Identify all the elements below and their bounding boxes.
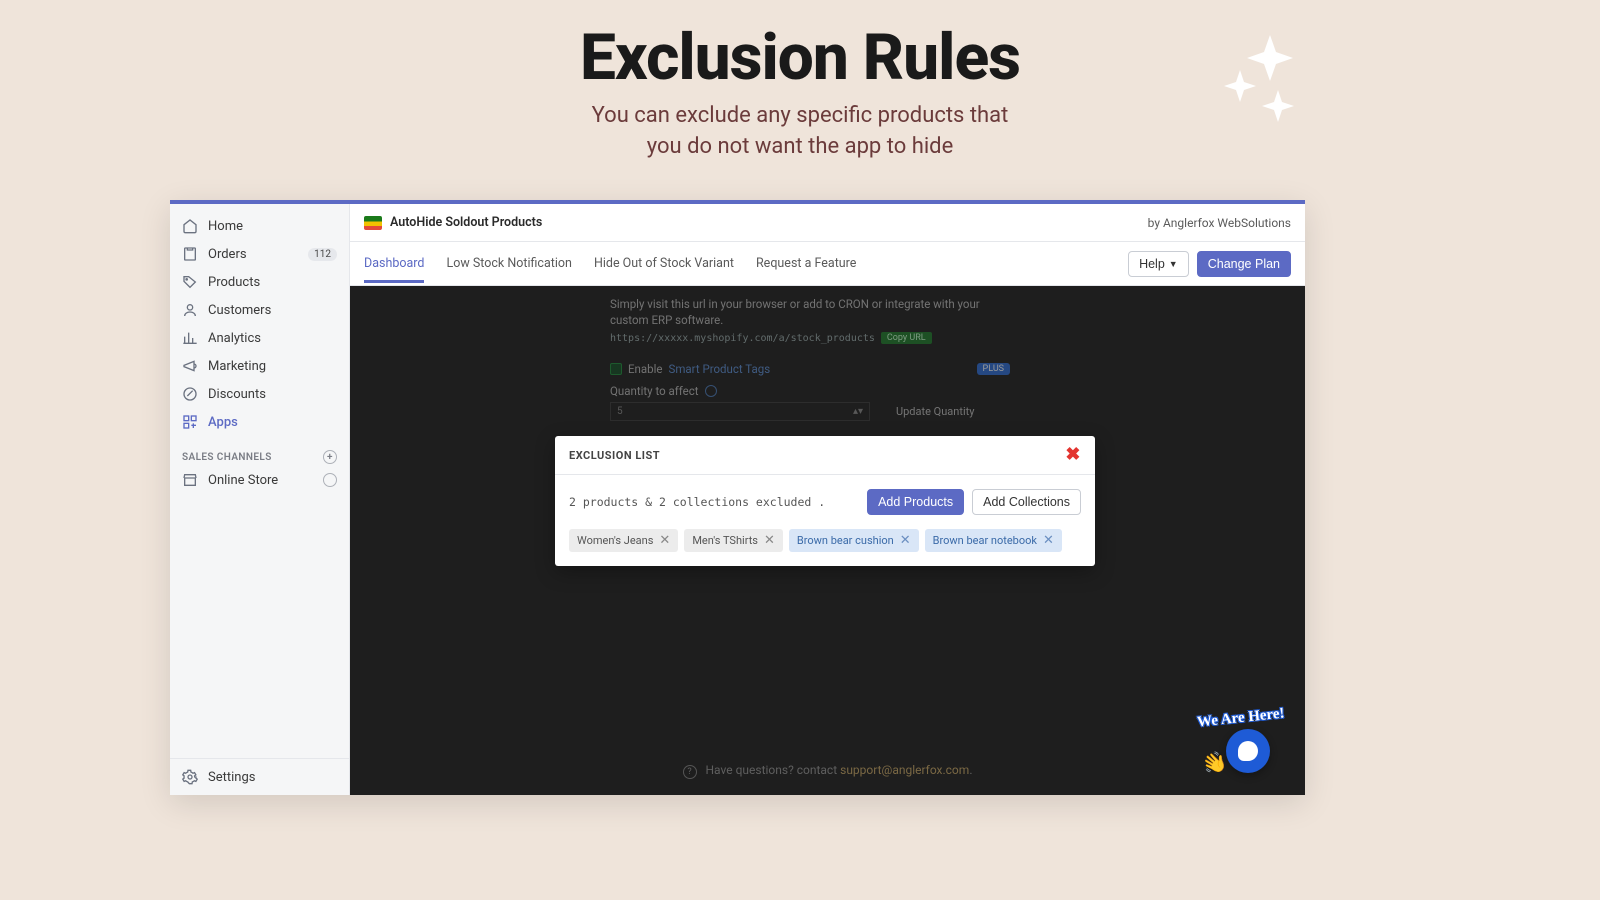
- app-vendor: by Anglerfox WebSolutions: [1148, 216, 1291, 230]
- nav-label: Customers: [208, 303, 271, 318]
- sidebar: Home Orders 112 Products Customers Analy…: [170, 204, 350, 795]
- sales-channels-header: SALES CHANNELS +: [170, 444, 349, 466]
- enable-checkbox[interactable]: [610, 363, 622, 375]
- app-window: Home Orders 112 Products Customers Analy…: [170, 200, 1305, 795]
- nav-apps[interactable]: Apps: [170, 408, 349, 436]
- nav-settings[interactable]: Settings: [170, 759, 349, 795]
- nav-home[interactable]: Home: [170, 212, 349, 240]
- support-email-link[interactable]: support@anglerfox.com: [840, 763, 969, 777]
- modal-title: EXCLUSION LIST: [569, 449, 660, 462]
- app-logo-icon: [364, 216, 382, 230]
- chat-label: We Are Here!: [1197, 705, 1286, 731]
- app-topbar: AutoHide Soldout Products by Anglerfox W…: [350, 204, 1305, 242]
- gear-icon: [182, 769, 198, 785]
- nav-orders[interactable]: Orders 112: [170, 240, 349, 268]
- nav-discounts[interactable]: Discounts: [170, 380, 349, 408]
- analytics-icon: [182, 330, 198, 346]
- tabbar: Dashboard Low Stock Notification Hide Ou…: [350, 242, 1305, 286]
- nav-label: Marketing: [208, 359, 266, 374]
- help-button[interactable]: Help ▼: [1128, 251, 1189, 277]
- nav-label: Analytics: [208, 331, 261, 346]
- apps-icon: [182, 414, 198, 430]
- orders-badge: 112: [308, 248, 337, 261]
- exclusion-modal: EXCLUSION LIST ✖ 2 products & 2 collecti…: [555, 436, 1095, 566]
- nav-analytics[interactable]: Analytics: [170, 324, 349, 352]
- content-area: Simply visit this url in your browser or…: [350, 286, 1305, 795]
- remove-chip-icon[interactable]: ✕: [764, 533, 775, 548]
- exclusion-chips: Women's Jeans ✕ Men's TShirts ✕ Brown be…: [569, 529, 1081, 552]
- nav-products[interactable]: Products: [170, 268, 349, 296]
- exclusion-summary: 2 products & 2 collections excluded .: [569, 495, 859, 509]
- nav-label: Settings: [208, 770, 255, 785]
- chevron-down-icon: ▼: [1169, 259, 1178, 269]
- home-icon: [182, 218, 198, 234]
- main-area: AutoHide Soldout Products by Anglerfox W…: [350, 204, 1305, 795]
- quantity-input[interactable]: 5▴▾: [610, 402, 870, 421]
- tab-request-feature[interactable]: Request a Feature: [756, 244, 856, 283]
- nav-label: Home: [208, 219, 243, 234]
- chip-collection: Brown bear notebook ✕: [925, 529, 1062, 552]
- plus-badge: PLUS: [977, 363, 1010, 375]
- add-channel-button[interactable]: +: [323, 450, 337, 464]
- footer-help: ? Have questions? contact support@angler…: [350, 763, 1305, 779]
- remove-chip-icon[interactable]: ✕: [1043, 533, 1054, 548]
- change-plan-button[interactable]: Change Plan: [1197, 251, 1291, 277]
- nav-label: Orders: [208, 247, 247, 262]
- megaphone-icon: [182, 358, 198, 374]
- copy-url-button[interactable]: Copy URL: [881, 332, 932, 344]
- chip-product: Women's Jeans ✕: [569, 529, 678, 552]
- hero-subtitle: You can exclude any specific products th…: [0, 101, 1600, 163]
- store-icon: [182, 472, 198, 488]
- chat-icon: [1238, 741, 1258, 761]
- hero-title: Exclusion Rules: [0, 0, 1600, 95]
- chip-collection: Brown bear cushion ✕: [789, 529, 919, 552]
- chat-button[interactable]: [1226, 729, 1270, 773]
- tag-icon: [182, 274, 198, 290]
- info-icon: [705, 385, 717, 397]
- tab-hide-variant[interactable]: Hide Out of Stock Variant: [594, 244, 734, 283]
- customer-icon: [182, 302, 198, 318]
- discount-icon: [182, 386, 198, 402]
- nav-label: Products: [208, 275, 260, 290]
- nav-label: Discounts: [208, 387, 266, 402]
- nav-label: Apps: [208, 415, 238, 430]
- view-store-icon[interactable]: [323, 473, 337, 487]
- nav-online-store[interactable]: Online Store: [170, 466, 349, 494]
- sparkle-decoration: [1220, 30, 1300, 130]
- remove-chip-icon[interactable]: ✕: [659, 533, 670, 548]
- question-icon: ?: [683, 765, 697, 779]
- backdrop-panel: Simply visit this url in your browser or…: [610, 292, 1265, 425]
- orders-icon: [182, 246, 198, 262]
- add-collections-button[interactable]: Add Collections: [972, 489, 1081, 515]
- tab-low-stock[interactable]: Low Stock Notification: [446, 244, 571, 283]
- app-title: AutoHide Soldout Products: [390, 215, 542, 230]
- remove-chip-icon[interactable]: ✕: [900, 533, 911, 548]
- nav-label: Online Store: [208, 473, 278, 488]
- nav-marketing[interactable]: Marketing: [170, 352, 349, 380]
- add-products-button[interactable]: Add Products: [867, 489, 964, 515]
- close-icon[interactable]: ✖: [1065, 446, 1081, 464]
- chip-product: Men's TShirts ✕: [684, 529, 783, 552]
- nav-customers[interactable]: Customers: [170, 296, 349, 324]
- update-quantity-button[interactable]: Update Quantity: [896, 405, 974, 418]
- tab-dashboard[interactable]: Dashboard: [364, 244, 424, 283]
